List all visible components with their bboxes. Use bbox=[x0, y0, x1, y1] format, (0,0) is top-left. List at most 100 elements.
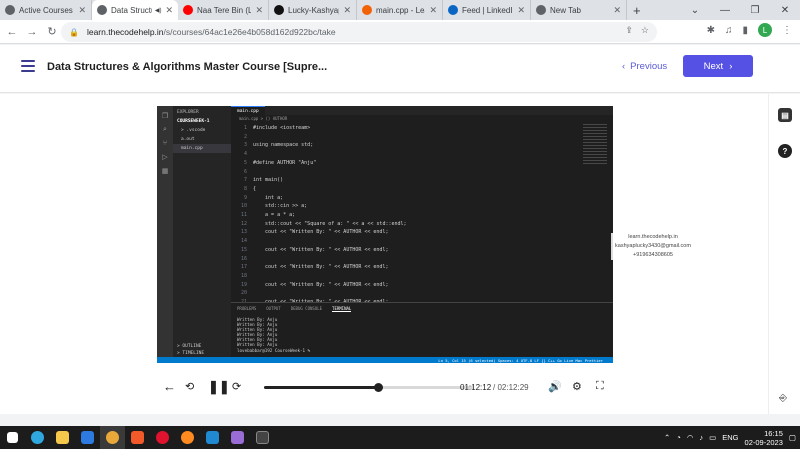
address-bar[interactable]: 🔒 learn.thecodehelp.in/s/courses/64ac1e2… bbox=[61, 22, 657, 42]
bookmark-star-icon[interactable]: ☆ bbox=[641, 25, 649, 36]
exit-arrow-icon[interactable]: ← bbox=[163, 379, 176, 394]
browser-tab[interactable]: main.cpp - Learn ✕ bbox=[357, 0, 443, 20]
notification-icon[interactable]: ▢ bbox=[789, 433, 796, 442]
current-time: 01:12:12 bbox=[460, 383, 492, 392]
line-number: 5 bbox=[243, 159, 247, 166]
panel-tab: TERMINAL bbox=[332, 306, 352, 312]
browser-tab[interactable]: New Tab ✕ bbox=[531, 0, 627, 20]
browser-menu-icon[interactable]: ⋮ bbox=[782, 25, 792, 36]
line-number: 15 bbox=[240, 246, 247, 253]
notes-icon[interactable]: ▤ bbox=[778, 108, 792, 122]
tab-audio-icon[interactable]: ◀) bbox=[155, 7, 162, 14]
tab-close-icon[interactable]: ✕ bbox=[613, 5, 621, 16]
watermark-email: kashyaplucky3430@gmail.com bbox=[615, 243, 691, 249]
opera-icon[interactable] bbox=[150, 426, 175, 449]
settings-gear-icon[interactable]: ⚙ bbox=[572, 380, 582, 393]
video-controls: ← ⟲ ❚❚ ⟳ 01:12:12 / 02:12:29 🔊 ⚙ ⛶ bbox=[157, 372, 613, 402]
line-number: 13 bbox=[240, 229, 247, 236]
tab-close-icon[interactable]: ✕ bbox=[78, 5, 86, 16]
replit-icon bbox=[362, 5, 372, 15]
minimap bbox=[583, 124, 607, 164]
browser-tab[interactable]: Data Structu ◀) ✕ bbox=[92, 0, 178, 20]
windows-taskbar: ⌃ ◔ ◠ ♪ ▭ ENG 16:15 02-09-2023 ▢ bbox=[0, 426, 800, 449]
code-line: 19 cout << "Written By: " << AUTHOR << e… bbox=[231, 281, 601, 290]
support-exit-icon[interactable]: ⎆ bbox=[779, 393, 787, 404]
battery-icon[interactable]: ▭ bbox=[709, 433, 716, 442]
forward-arrow-icon[interactable]: → bbox=[24, 26, 40, 38]
tab-close-icon[interactable]: ✕ bbox=[165, 5, 173, 16]
previous-button[interactable]: ‹ Previous bbox=[622, 61, 667, 72]
tab-close-icon[interactable]: ✕ bbox=[343, 5, 351, 16]
firefox-icon[interactable] bbox=[175, 426, 200, 449]
code-line: 2 bbox=[231, 133, 601, 142]
browser-tab[interactable]: Active Courses ✕ bbox=[0, 0, 92, 20]
mail-icon[interactable] bbox=[75, 426, 100, 449]
code-text: a = a * a; bbox=[253, 212, 296, 219]
chrome-taskbar-icon[interactable] bbox=[100, 426, 125, 449]
codehelp-icon bbox=[97, 5, 107, 15]
system-tray: ⌃ ◔ ◠ ♪ ▭ ENG 16:15 02-09-2023 ▢ bbox=[664, 426, 796, 449]
minimize-button[interactable]: — bbox=[710, 5, 740, 16]
tab-close-icon[interactable]: ✕ bbox=[429, 5, 437, 16]
edge-icon[interactable] bbox=[25, 426, 50, 449]
profile-avatar[interactable]: L bbox=[758, 23, 772, 37]
fullscreen-icon[interactable]: ⛶ bbox=[596, 380, 604, 393]
volume-icon[interactable]: 🔊 bbox=[548, 380, 562, 393]
wifi-icon[interactable]: ◠ bbox=[687, 433, 694, 442]
editor-breadcrumb: main.cpp > () AUTHOR bbox=[239, 116, 288, 121]
browser-tab[interactable]: Naa Tere Bin (Lyri ✕ bbox=[178, 0, 269, 20]
browser-tab[interactable]: Feed | LinkedIn ✕ bbox=[443, 0, 531, 20]
side-panel-icon[interactable]: ▮ bbox=[742, 25, 748, 36]
git-icon[interactable] bbox=[225, 426, 250, 449]
share-icon[interactable]: ⇪ bbox=[625, 25, 633, 36]
lock-icon: 🔒 bbox=[69, 27, 79, 37]
language-indicator[interactable]: ENG bbox=[722, 433, 738, 442]
video-player[interactable]: ❐ ⌕ ⑂ ▷ ▦ EXPLORER COURSEWEEK-1 > .vscod… bbox=[157, 106, 613, 363]
media-control-icon[interactable]: ♫ bbox=[725, 25, 733, 36]
code-text: cout << "Written By: " << AUTHOR << endl… bbox=[253, 281, 389, 288]
tab-search-icon[interactable]: ⌄ bbox=[680, 5, 710, 16]
youtube-icon bbox=[183, 5, 193, 15]
forward-10-icon[interactable]: ⟳ bbox=[232, 380, 241, 393]
rewind-10-icon[interactable]: ⟲ bbox=[185, 380, 194, 393]
windows-start-icon[interactable] bbox=[0, 426, 25, 449]
back-arrow-icon[interactable]: ← bbox=[4, 26, 20, 38]
run-debug-icon: ▷ bbox=[162, 154, 168, 161]
clock-date: 02-09-2023 bbox=[744, 437, 783, 447]
code-line: 6 bbox=[231, 168, 601, 177]
file-explorer-icon[interactable] bbox=[50, 426, 75, 449]
source-control-icon: ⑂ bbox=[162, 140, 168, 147]
clock[interactable]: 16:15 02-09-2023 bbox=[745, 429, 783, 447]
code-line: 8{ bbox=[231, 185, 601, 194]
progress-slider[interactable] bbox=[264, 383, 474, 392]
tab-title: Naa Tere Bin (Lyri bbox=[197, 5, 251, 15]
right-sidebar: ▤ ? bbox=[768, 94, 800, 414]
next-button[interactable]: Next › bbox=[683, 55, 753, 77]
code-line: 3 using namespace std; bbox=[231, 141, 601, 150]
hamburger-menu-icon[interactable] bbox=[21, 60, 35, 75]
video-watermark: learn.thecodehelp.in kashyaplucky3430@gm… bbox=[611, 233, 695, 260]
reload-icon[interactable]: ↻ bbox=[44, 25, 60, 38]
line-number: 2 bbox=[243, 133, 247, 140]
vscode-taskbar-icon[interactable] bbox=[200, 426, 225, 449]
code-line: 1 #include <iostream> bbox=[231, 124, 601, 133]
tray-chevron-icon[interactable]: ⌃ bbox=[664, 433, 670, 442]
extensions-icon[interactable]: ✱ bbox=[707, 25, 715, 36]
code-text: std::cin >> a; bbox=[253, 203, 308, 210]
terminal-line: lovebabbar@192 CourseWeek-1 % bbox=[237, 347, 311, 353]
network-icon[interactable]: ◔ bbox=[676, 433, 681, 442]
browser-tab[interactable]: Lucky-Kashyap/T ✕ bbox=[269, 0, 357, 20]
new-tab-button[interactable]: + bbox=[627, 0, 647, 20]
terminal-icon[interactable] bbox=[250, 426, 275, 449]
tab-close-icon[interactable]: ✕ bbox=[255, 5, 263, 16]
progress-handle[interactable] bbox=[374, 383, 384, 392]
restore-button[interactable]: ❐ bbox=[740, 5, 770, 16]
close-window-button[interactable]: ✕ bbox=[770, 5, 800, 16]
tab-title: Lucky-Kashyap/T bbox=[288, 5, 339, 15]
speaker-icon[interactable]: ♪ bbox=[699, 433, 703, 442]
pause-icon[interactable]: ❚❚ bbox=[208, 379, 230, 395]
code-text: cout << "Written By: " << AUTHOR << endl… bbox=[253, 246, 389, 253]
brave-icon[interactable] bbox=[125, 426, 150, 449]
help-question-icon[interactable]: ? bbox=[778, 144, 792, 158]
tab-close-icon[interactable]: ✕ bbox=[517, 5, 525, 16]
